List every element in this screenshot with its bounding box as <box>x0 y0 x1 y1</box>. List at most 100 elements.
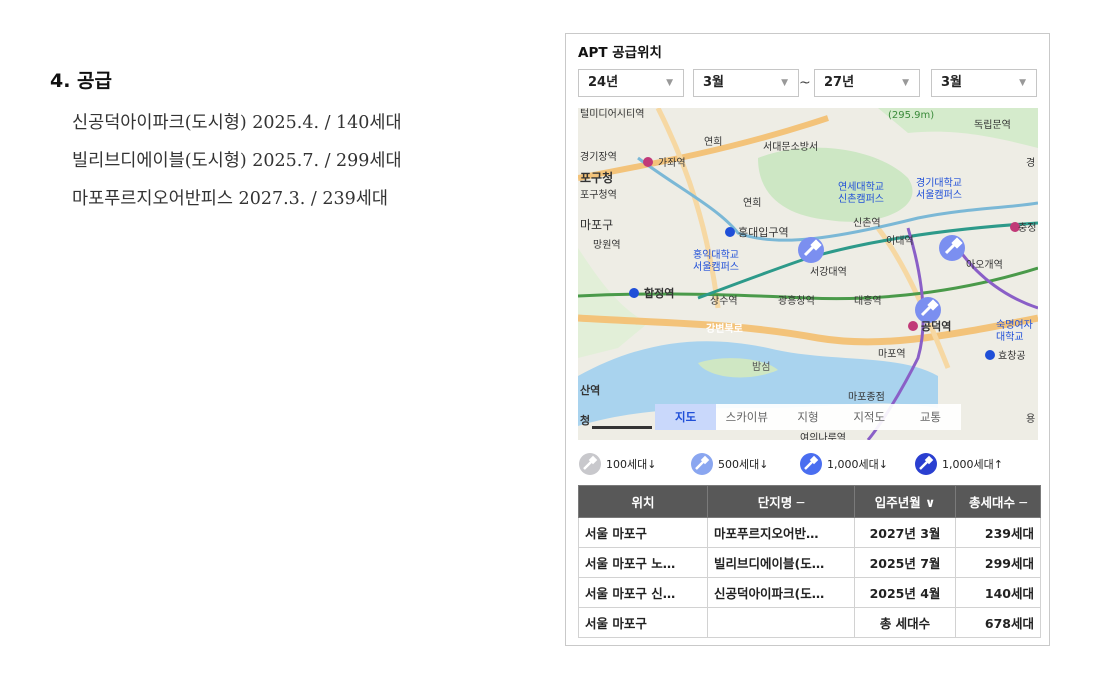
station-marker <box>985 350 995 360</box>
map-label: 상수역 <box>710 295 738 307</box>
map-label: 털미디어시티역 <box>580 108 644 120</box>
total-empty <box>707 607 855 638</box>
supply-item: 빌리브디에이블(도시형) 2025.7. / 299세대 <box>72 151 402 171</box>
map-label: 독립문역 <box>974 118 1011 131</box>
map-label: 공덕역 <box>921 319 951 333</box>
tab-traffic[interactable]: 교통 <box>900 404 961 430</box>
total-value: 678세대 <box>955 607 1041 638</box>
pin-icon <box>691 453 713 475</box>
map-label: 밤섬 <box>752 361 770 373</box>
cell-households: 239세대 <box>955 517 1041 548</box>
col-location[interactable]: 위치 <box>578 485 708 518</box>
from-year-select[interactable]: 24년 ▼ <box>578 69 684 97</box>
legend-label: 1,000세대↑ <box>942 458 1003 471</box>
from-month-value: 3월 <box>703 75 725 90</box>
map-label: 여의나루역 <box>800 432 846 440</box>
cell-move-in: 2025년 4월 <box>854 577 956 608</box>
map-label: 포구청 <box>580 170 613 185</box>
map-label: 아오개역 <box>966 259 1003 271</box>
tab-cadastral[interactable]: 지적도 <box>839 404 900 430</box>
station-marker <box>629 288 639 298</box>
supply-pin[interactable] <box>796 235 826 265</box>
widget-title: APT 공급위치 <box>578 45 662 61</box>
period-separator: ~ <box>799 75 811 91</box>
map-label: 포구청역 <box>580 189 617 201</box>
section-title: 4. 공급 <box>50 70 113 92</box>
station-marker <box>725 227 735 237</box>
tab-terrain[interactable]: 지형 <box>777 404 838 430</box>
map-label: 용 <box>1026 413 1035 425</box>
map-label: 이대역 <box>886 235 914 247</box>
legend-item: 500세대↓ <box>690 452 768 476</box>
scale-bar <box>592 426 652 429</box>
cell-complex: 마포푸르지오어반… <box>707 517 855 548</box>
map-label: 마포구 <box>580 218 613 232</box>
map-label: 대흥역 <box>854 294 882 307</box>
pin-icon <box>800 453 822 475</box>
col-move-in[interactable]: 입주년월 ∨ <box>854 485 956 518</box>
tab-map[interactable]: 지도 <box>655 404 717 430</box>
to-year-select[interactable]: 27년 ▼ <box>814 69 920 97</box>
map-label: 청 <box>580 413 590 427</box>
cell-households: 140세대 <box>955 577 1041 608</box>
table-row[interactable]: 서울 마포구 노… 빌리브디에이블(도… 2025년 7월 299세대 <box>578 547 1041 578</box>
chevron-down-icon: ▼ <box>781 78 788 88</box>
map-label: 산역 <box>580 383 600 397</box>
pin-icon <box>915 453 937 475</box>
period-filter: 24년 ▼ 3월 ▼ ~ 27년 ▼ 3월 ▼ <box>578 69 1038 99</box>
map-label: (295.9m) <box>888 110 934 121</box>
col-households[interactable]: 총세대수 ─ <box>955 485 1041 518</box>
map-label: 광흥창역 <box>778 294 815 307</box>
to-month-value: 3월 <box>941 75 963 90</box>
table-row[interactable]: 서울 마포구 마포푸르지오어반… 2027년 3월 239세대 <box>578 517 1041 548</box>
table-total-row: 서울 마포구 총 세대수 678세대 <box>578 607 1041 638</box>
cell-households: 299세대 <box>955 547 1041 578</box>
chevron-down-icon: ▼ <box>1019 78 1026 88</box>
legend-item: 1,000세대↓ <box>799 452 888 476</box>
tab-skyview[interactable]: 스카이뷰 <box>716 404 777 430</box>
supply-table: 위치 단지명 ─ 입주년월 ∨ 총세대수 ─ 서울 마포구 마포푸르지오어반… … <box>578 485 1041 638</box>
table-header-row: 위치 단지명 ─ 입주년월 ∨ 총세대수 ─ <box>578 485 1041 518</box>
total-location: 서울 마포구 <box>578 607 708 638</box>
map-label: 효창공 <box>998 350 1026 362</box>
map-label: 경 <box>1026 156 1035 169</box>
map-label: 홍익대학교 서울캠퍼스 <box>693 248 739 273</box>
map-label: 신촌역 <box>853 217 881 229</box>
to-month-select[interactable]: 3월 ▼ <box>931 69 1037 97</box>
map-label: 경기대학교 서울캠퍼스 <box>916 176 962 201</box>
supply-pin[interactable] <box>937 233 967 263</box>
supply-item: 신공덕아이파크(도시형) 2025.4. / 140세대 <box>72 113 402 133</box>
apt-supply-widget: APT 공급위치 24년 ▼ 3월 ▼ ~ 27년 ▼ 3월 ▼ 털미디어시티역… <box>565 33 1050 646</box>
pin-icon <box>579 453 601 475</box>
map-label: 연희 <box>704 136 722 148</box>
map-label: 연희 <box>743 197 761 209</box>
chevron-down-icon: ▼ <box>902 78 909 88</box>
station-marker <box>908 321 918 331</box>
map-type-tabs: 지도 스카이뷰 지형 지적도 교통 <box>655 404 961 430</box>
supply-item: 마포푸르지오어반피스 2027.3. / 239세대 <box>72 189 388 209</box>
map-label: 충정 <box>1018 222 1036 234</box>
table-row[interactable]: 서울 마포구 신… 신공덕아이파크(도… 2025년 4월 140세대 <box>578 577 1041 608</box>
supply-list: 신공덕아이파크(도시형) 2025.4. / 140세대 빌리브디에이블(도시형… <box>72 106 402 220</box>
cell-move-in: 2025년 7월 <box>854 547 956 578</box>
legend: 100세대↓ 500세대↓ 1,000세대↓ 1,000세대↑ <box>578 452 1048 476</box>
legend-label: 1,000세대↓ <box>827 458 888 471</box>
map-canvas[interactable]: 털미디어시티역 경기장역 가좌역 포구청 포구청역 마포구 망원역 합정역 상수… <box>578 108 1038 440</box>
map-label: 서강대역 <box>810 266 847 278</box>
cell-location: 서울 마포구 신… <box>578 577 708 608</box>
cell-move-in: 2027년 3월 <box>854 517 956 548</box>
map-label: 망원역 <box>593 239 621 251</box>
map-label: 마포종점 <box>848 391 885 403</box>
map-label: 경기장역 <box>580 150 617 163</box>
from-month-select[interactable]: 3월 ▼ <box>693 69 799 97</box>
legend-label: 500세대↓ <box>718 458 769 471</box>
legend-label: 100세대↓ <box>606 458 657 471</box>
legend-item: 1,000세대↑ <box>914 452 1003 476</box>
cell-location: 서울 마포구 <box>578 517 708 548</box>
legend-item: 100세대↓ <box>578 452 656 476</box>
supply-map[interactable]: 털미디어시티역 경기장역 가좌역 포구청 포구청역 마포구 망원역 합정역 상수… <box>578 108 1038 440</box>
chevron-down-icon: ▼ <box>666 78 673 88</box>
map-label: 홍대입구역 <box>738 225 789 239</box>
col-complex[interactable]: 단지명 ─ <box>707 485 855 518</box>
cell-complex: 빌리브디에이블(도… <box>707 547 855 578</box>
